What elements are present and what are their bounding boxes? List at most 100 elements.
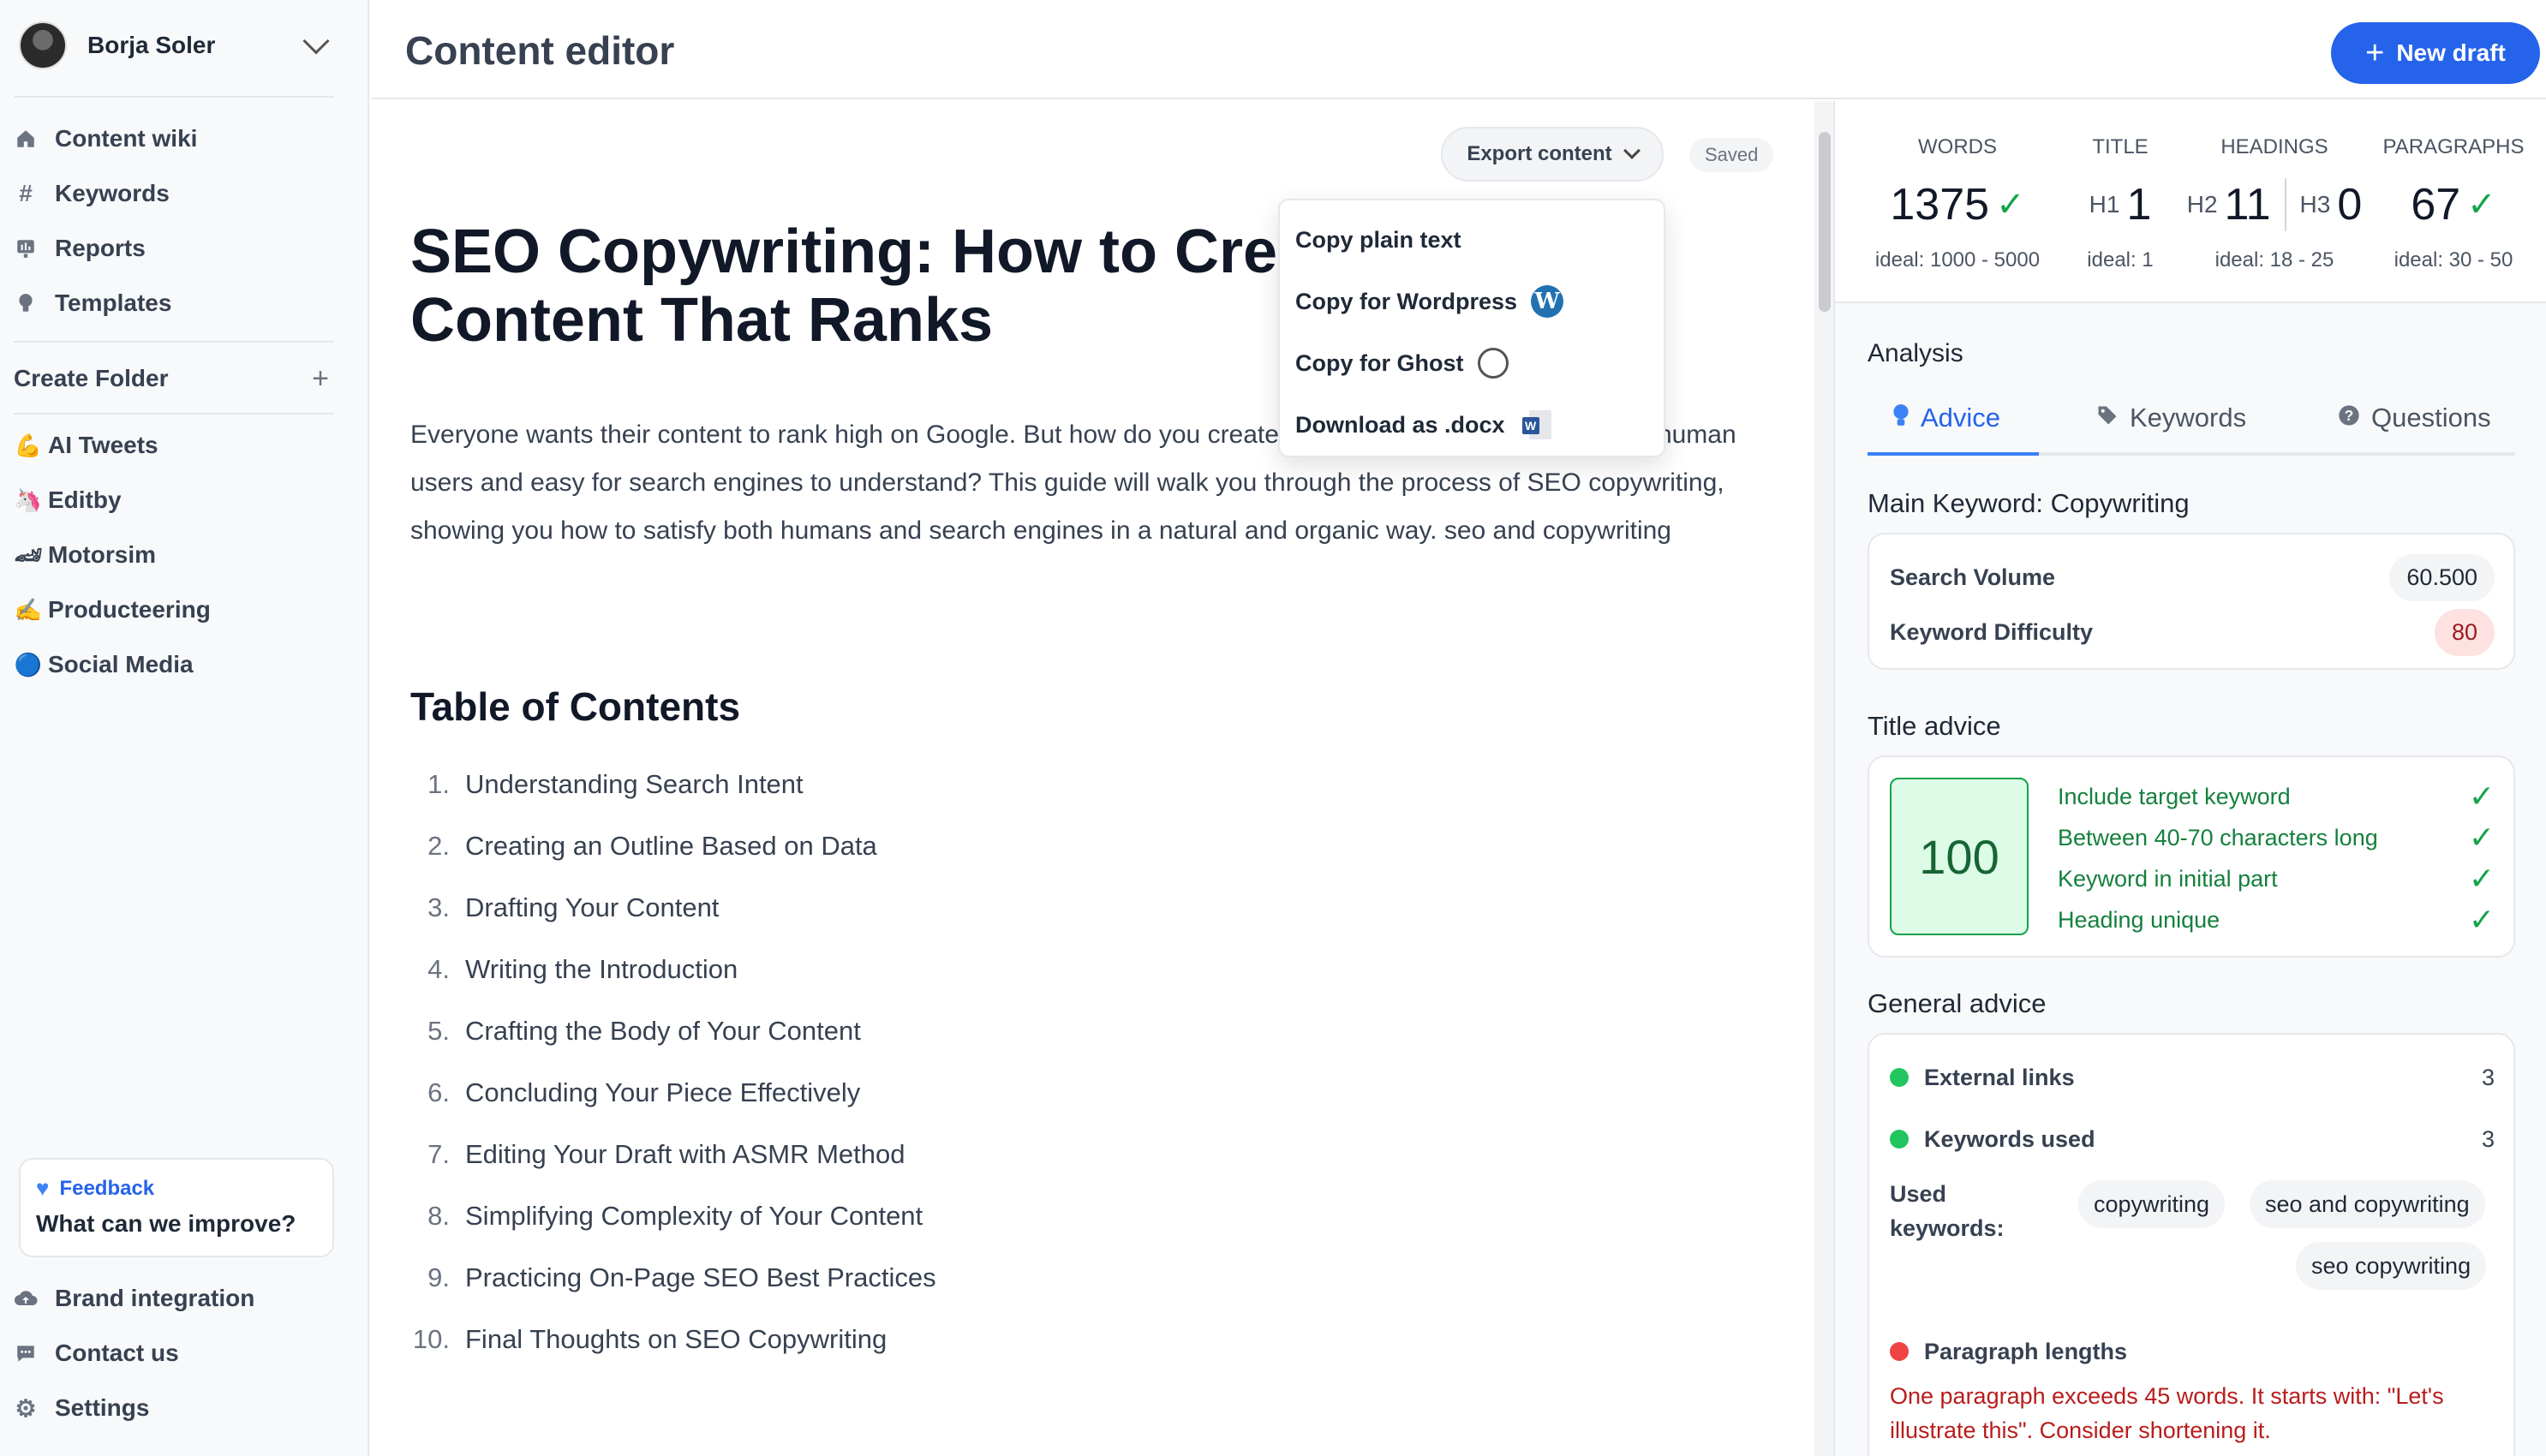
sidebar-item-content-wiki[interactable]: Content wiki bbox=[14, 116, 339, 161]
keyword-chip[interactable]: copywriting bbox=[2078, 1180, 2226, 1228]
menu-item-label: Copy for Wordpress bbox=[1295, 288, 1518, 314]
advice-count: 3 bbox=[2481, 1064, 2495, 1090]
menu-item-download-docx[interactable]: Download as .docx bbox=[1280, 394, 1664, 456]
menu-item-copy-plain-text[interactable]: Copy plain text bbox=[1280, 209, 1664, 271]
tab-questions[interactable]: ? Questions bbox=[2337, 384, 2491, 452]
tab-keywords[interactable]: Keywords bbox=[2095, 384, 2246, 452]
svg-text:?: ? bbox=[2345, 406, 2354, 423]
user-name: Borja Soler bbox=[87, 32, 216, 58]
check-label: Between 40-70 characters long bbox=[2058, 824, 2378, 850]
toc-item[interactable]: 9. Practicing On-Page SEO Best Practices bbox=[410, 1247, 1438, 1309]
toc-item[interactable]: 5. Crafting the Body of Your Content bbox=[410, 1000, 1438, 1062]
check-icon: ✓ bbox=[2467, 186, 2496, 224]
search-volume-row: Search Volume 60.500 bbox=[1890, 552, 2495, 603]
active-tab-indicator bbox=[1868, 452, 2039, 456]
create-folder-row[interactable]: Create Folder + bbox=[14, 356, 339, 401]
status-dot-green bbox=[1890, 1068, 1909, 1087]
stat-label: HEADINGS bbox=[2220, 135, 2328, 158]
tab-advice[interactable]: Advice bbox=[1892, 384, 2000, 452]
folder-item-social-media[interactable]: 🔵 Social Media bbox=[14, 643, 339, 686]
editor-scrollbar-thumb[interactable] bbox=[1819, 132, 1831, 312]
toc-item[interactable]: 8. Simplifying Complexity of Your Content bbox=[410, 1185, 1438, 1247]
check-icon: ✓ bbox=[2468, 861, 2495, 896]
toc-text: Final Thoughts on SEO Copywriting bbox=[465, 1324, 888, 1354]
toc-item[interactable]: 6. Concluding Your Piece Effectively bbox=[410, 1062, 1438, 1124]
sidebar-item-templates[interactable]: Templates bbox=[14, 281, 339, 325]
toc-item[interactable]: 7. Editing Your Draft with ASMR Method bbox=[410, 1124, 1438, 1185]
stat-value: H1 1 bbox=[2068, 178, 2172, 231]
check-icon: ✓ bbox=[2468, 779, 2495, 814]
h3-label: H3 bbox=[2299, 191, 2331, 218]
check-label: Heading unique bbox=[2058, 906, 2220, 933]
search-volume-value: 60.500 bbox=[2389, 553, 2495, 601]
toc-item[interactable]: 4. Writing the Introduction bbox=[410, 939, 1438, 1000]
folder-item-producteering[interactable]: ✍️ Producteering bbox=[14, 588, 339, 631]
new-draft-label: New draft bbox=[2396, 39, 2506, 66]
stat-label: TITLE bbox=[2092, 135, 2149, 158]
folder-emoji: 🔵 bbox=[14, 651, 43, 677]
keyword-difficulty-row: Keyword Difficulty 80 bbox=[1890, 606, 2495, 658]
toc-text: Writing the Introduction bbox=[465, 954, 738, 984]
title-advice-heading: Title advice bbox=[1868, 711, 2001, 741]
words-count: 1375 bbox=[1890, 180, 1990, 230]
sidebar-item-label: Settings bbox=[55, 1394, 150, 1421]
h2-label: H2 bbox=[2186, 191, 2218, 218]
feedback-title-text: Feedback bbox=[59, 1176, 155, 1200]
plus-icon: + bbox=[2365, 34, 2385, 71]
toc-number: 8. bbox=[427, 1201, 450, 1231]
tab-label: Questions bbox=[2371, 403, 2491, 433]
sidebar-item-label: Reports bbox=[55, 235, 146, 261]
advice-label: Keywords used bbox=[1924, 1125, 2095, 1152]
folder-emoji: ✍️ bbox=[14, 596, 43, 623]
folder-item-motorsim[interactable]: 🏎 Motorsim bbox=[14, 534, 339, 576]
folder-item-editby[interactable]: 🦄 Editby bbox=[14, 479, 339, 522]
chevron-down-icon[interactable] bbox=[302, 27, 330, 55]
sidebar-item-settings[interactable]: ⚙ Settings bbox=[14, 1386, 339, 1430]
stat-label: WORDS bbox=[1918, 135, 1997, 158]
stat-headings: HEADINGS H2 11 H3 0 ideal: 18 - 25 bbox=[2167, 135, 2382, 272]
keyword-chip[interactable]: seo copywriting bbox=[2296, 1242, 2487, 1290]
folder-emoji: 💪 bbox=[14, 432, 43, 458]
document-title[interactable]: SEO Copywriting: How to Create Content T… bbox=[410, 218, 1421, 355]
sidebar-item-brand-integration[interactable]: Brand integration bbox=[14, 1276, 339, 1321]
toc-item[interactable]: 10. Final Thoughts on SEO Copywriting bbox=[410, 1309, 1438, 1370]
saved-badge: Saved bbox=[1689, 138, 1774, 172]
new-draft-button[interactable]: + New draft bbox=[2331, 22, 2540, 84]
menu-item-label: Copy for Ghost bbox=[1295, 349, 1464, 376]
toc-item[interactable]: 2. Creating an Outline Based on Data bbox=[410, 815, 1438, 877]
editor-area[interactable]: Export content Saved SEO Copywriting: Ho… bbox=[371, 101, 1833, 1456]
divider bbox=[14, 96, 334, 98]
status-dot-red bbox=[1890, 1342, 1909, 1361]
toc-item[interactable]: 3. Drafting Your Content bbox=[410, 877, 1438, 939]
plus-icon[interactable]: + bbox=[312, 362, 329, 396]
analysis-heading: Analysis bbox=[1868, 339, 1963, 367]
keyword-difficulty-value: 80 bbox=[2434, 608, 2495, 656]
paragraphs-count: 67 bbox=[2411, 180, 2461, 230]
analysis-tabs: Advice Keywords ? Questions bbox=[1868, 384, 2515, 456]
folder-label: Editby bbox=[48, 486, 122, 513]
stat-ideal: ideal: 18 - 25 bbox=[2214, 248, 2334, 272]
toc-number: 10. bbox=[412, 1324, 450, 1354]
toc-text: Creating an Outline Based on Data bbox=[465, 831, 877, 861]
keyword-chip[interactable]: seo and copywriting bbox=[2250, 1180, 2485, 1228]
sidebar-item-reports[interactable]: Reports bbox=[14, 226, 339, 271]
menu-item-copy-wordpress[interactable]: Copy for Wordpress W bbox=[1280, 271, 1664, 332]
toc-item[interactable]: 1. Understanding Search Intent bbox=[410, 754, 1438, 815]
divider bbox=[14, 341, 334, 343]
menu-item-copy-ghost[interactable]: Copy for Ghost bbox=[1280, 332, 1664, 394]
export-content-button[interactable]: Export content bbox=[1441, 127, 1664, 182]
folder-emoji: 🦄 bbox=[14, 486, 43, 513]
sidebar-item-contact-us[interactable]: Contact us bbox=[14, 1331, 339, 1375]
bulb-icon bbox=[1892, 403, 1910, 433]
title-check-row: Between 40-70 characters long ✓ bbox=[2058, 817, 2495, 858]
feedback-prompt: What can we improve? bbox=[36, 1210, 296, 1237]
sidebar-item-keywords[interactable]: # Keywords bbox=[14, 171, 339, 216]
toc-heading[interactable]: Table of Contents bbox=[410, 683, 740, 730]
folder-item-ai-tweets[interactable]: 💪 AI Tweets bbox=[14, 424, 339, 467]
user-menu[interactable]: Borja Soler bbox=[19, 21, 338, 70]
feedback-card[interactable]: ♥ Feedback What can we improve? bbox=[19, 1158, 334, 1257]
h1-count: 1 bbox=[2126, 180, 2152, 230]
menu-item-label: Copy plain text bbox=[1295, 226, 1461, 253]
check-icon: ✓ bbox=[1996, 186, 2025, 224]
page-title: Content editor bbox=[405, 28, 675, 73]
